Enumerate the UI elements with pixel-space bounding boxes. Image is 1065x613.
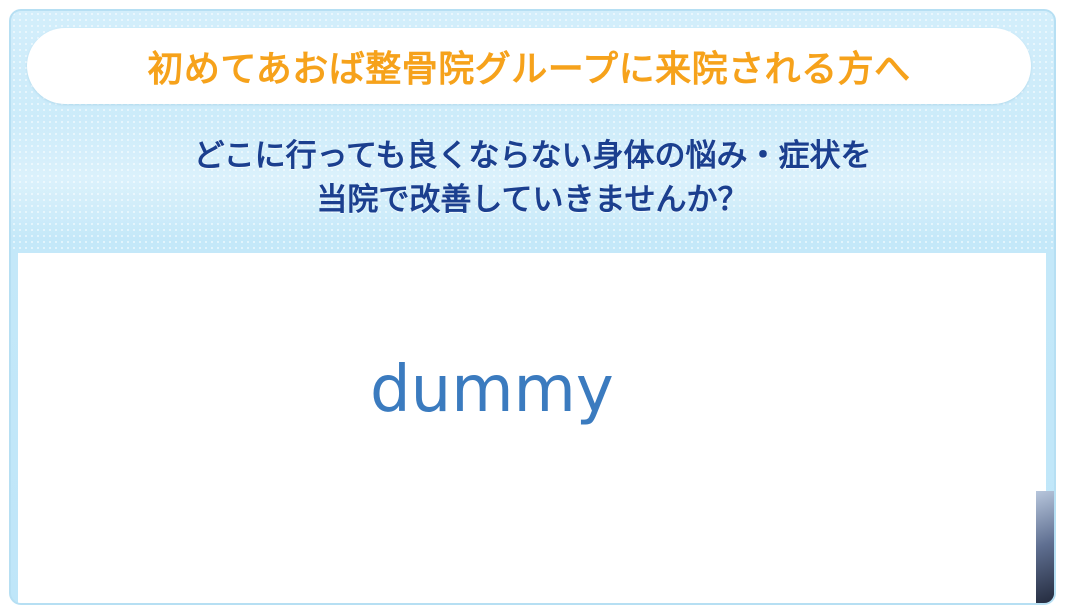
subtitle-line-2: 当院で改善していきませんか？ (316, 182, 749, 218)
content-placeholder-box: dummy (18, 253, 1046, 603)
banner-title: 初めてあおば整骨院グループに来院される方へ (147, 49, 911, 90)
subtitle-line-1: どこに行っても良くならない身体の悩み・症状を (193, 138, 872, 174)
intro-banner: 初めてあおば整骨院グループに来院される方へ どこに行っても良くならない身体の悩み… (9, 9, 1056, 605)
background-photo-edge (1036, 491, 1054, 603)
title-pill: 初めてあおば整骨院グループに来院される方へ (27, 28, 1031, 104)
placeholder-text: dummy (370, 353, 614, 427)
subtitle-band: どこに行っても良くならない身体の悩み・症状を 当院で改善していきませんか？ (11, 117, 1054, 239)
